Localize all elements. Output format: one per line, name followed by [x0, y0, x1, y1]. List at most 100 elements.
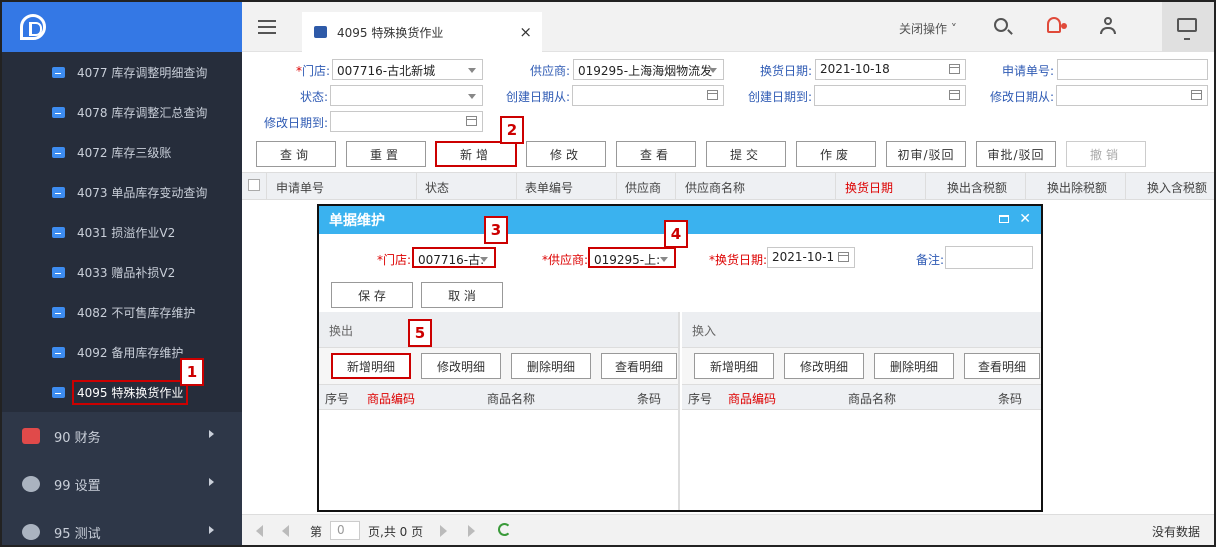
sidebar-group-finance[interactable]: 90 财务	[2, 412, 242, 460]
sidebar-item-4072[interactable]: 4072 库存三级账	[2, 132, 242, 172]
menu-toggle-icon[interactable]	[258, 20, 276, 34]
column-header[interactable]: 序号	[688, 390, 712, 407]
notification-bell-icon[interactable]	[1047, 17, 1067, 33]
sidebar-item-4078[interactable]: 4078 库存调整汇总查询	[2, 92, 242, 132]
save-button[interactable]: 保 存	[331, 282, 413, 308]
in-view-detail-button[interactable]: 查看明细	[964, 353, 1040, 379]
calendar-icon[interactable]	[949, 64, 960, 74]
store-select[interactable]: 007716-古北新城	[332, 59, 483, 80]
sidebar-group-test[interactable]: 95 测试	[2, 508, 242, 556]
sidebar: 4077 库存调整明细查询 4078 库存调整汇总查询 4072 库存三级账 4…	[2, 2, 242, 545]
column-header[interactable]: 商品编码	[367, 390, 415, 407]
sidebar-item-4077[interactable]: 4077 库存调整明细查询	[2, 52, 242, 92]
cancel-button[interactable]: 取 消	[421, 282, 503, 308]
column-header[interactable]: 状态	[425, 179, 449, 196]
page-input[interactable]: 0	[330, 521, 360, 540]
created-to-field[interactable]	[814, 85, 966, 106]
sidebar-item-4031[interactable]: 4031 损溢作业V2	[2, 212, 242, 252]
dialog-supplier-label: *供应商:	[542, 253, 589, 267]
column-header[interactable]: 商品名称	[487, 390, 535, 407]
tab-title: 4095 特殊换货作业	[337, 25, 444, 40]
calendar-icon[interactable]	[838, 252, 849, 262]
cart-icon	[52, 266, 65, 278]
calendar-icon[interactable]	[949, 90, 960, 100]
column-header[interactable]: 条码	[637, 390, 661, 407]
dialog-date-field[interactable]: 2021-10-1	[767, 247, 855, 268]
exchange-date-field[interactable]: 2021-10-18	[815, 59, 966, 80]
page-prefix: 第	[310, 525, 323, 539]
edit-button[interactable]: 修改	[526, 141, 606, 167]
sidebar-group-settings[interactable]: 99 设置	[2, 460, 242, 508]
dialog-store-select[interactable]: 007716-古:	[412, 247, 496, 268]
view-button[interactable]: 查看	[616, 141, 696, 167]
column-header[interactable]: 表单编号	[525, 179, 573, 196]
divider	[1125, 173, 1126, 199]
prev-page-icon[interactable]	[282, 525, 289, 537]
calendar-icon[interactable]	[1191, 90, 1202, 100]
search-icon[interactable]	[994, 18, 1008, 32]
status-select[interactable]	[330, 85, 483, 106]
tab-close-icon[interactable]: ×	[519, 23, 532, 41]
maximize-icon[interactable]	[999, 215, 1009, 223]
first-review-button[interactable]: 初审/驳回	[886, 141, 966, 167]
close-operations-menu[interactable]: 关闭操作 ˅	[899, 20, 957, 37]
supplier-select[interactable]: 019295-上海海烟物流发	[573, 59, 724, 80]
tab-4095[interactable]: 4095 特殊换货作业 ×	[302, 12, 542, 52]
column-header[interactable]: 换货日期	[845, 179, 893, 196]
column-header[interactable]: 序号	[325, 390, 349, 407]
refresh-icon[interactable]	[498, 523, 511, 536]
column-header[interactable]: 供应商	[625, 179, 661, 196]
modified-to-field[interactable]	[330, 111, 483, 132]
column-header[interactable]: 供应商名称	[685, 179, 745, 196]
sidebar-group-label: 99 设置	[54, 478, 101, 494]
column-header[interactable]: 条码	[998, 390, 1022, 407]
gear-icon	[22, 476, 40, 492]
sidebar-item-4082[interactable]: 4082 不可售库存维护	[2, 292, 242, 332]
in-delete-detail-button[interactable]: 删除明细	[874, 353, 954, 379]
select-all-checkbox[interactable]	[248, 179, 260, 191]
in-edit-detail-button[interactable]: 修改明细	[784, 353, 864, 379]
sidebar-item-4073[interactable]: 4073 单品库存变动查询	[2, 172, 242, 212]
first-page-icon[interactable]	[256, 525, 263, 537]
sidebar-item-4092[interactable]: 4092 备用库存维护	[2, 332, 242, 372]
reset-button[interactable]: 重置	[346, 141, 426, 167]
grid-header: 申请单号 状态 表单编号 供应商 供应商名称 换货日期 换出含税额 换出除税额 …	[242, 172, 1214, 200]
query-button[interactable]: 查询	[256, 141, 336, 167]
column-header[interactable]: 换出含税额	[947, 179, 1007, 196]
out-add-detail-button[interactable]: 新增明细	[331, 353, 411, 379]
column-header[interactable]: 申请单号	[276, 179, 324, 196]
top-bar: 4095 特殊换货作业 × 关闭操作 ˅	[242, 2, 1214, 52]
column-header[interactable]: 换出除税额	[1047, 179, 1107, 196]
column-header[interactable]: 换入含税额	[1147, 179, 1207, 196]
out-edit-detail-button[interactable]: 修改明细	[421, 353, 501, 379]
sidebar-item-4095[interactable]: 4095 特殊换货作业	[2, 372, 242, 412]
out-view-detail-button[interactable]: 查看明细	[601, 353, 677, 379]
submit-button[interactable]: 提交	[706, 141, 786, 167]
modified-from-field[interactable]	[1056, 85, 1208, 106]
calendar-icon[interactable]	[707, 90, 718, 100]
cart-icon	[52, 106, 65, 118]
column-header[interactable]: 商品编码	[728, 390, 776, 407]
created-from-field[interactable]	[572, 85, 724, 106]
divider	[616, 173, 617, 199]
next-page-icon[interactable]	[440, 525, 447, 537]
sidebar-item-label: 4082 不可售库存维护	[77, 305, 196, 320]
column-header[interactable]: 商品名称	[848, 390, 896, 407]
revoke-button[interactable]: 撤销	[1066, 141, 1146, 167]
dialog-remark-input[interactable]	[945, 246, 1033, 269]
modified-from-label: 修改日期从:	[989, 90, 1054, 104]
add-button[interactable]: 新增	[435, 141, 517, 167]
in-add-detail-button[interactable]: 新增明细	[694, 353, 774, 379]
apply-no-input[interactable]	[1057, 59, 1208, 80]
approve-button[interactable]: 审批/驳回	[976, 141, 1056, 167]
screen-button[interactable]	[1162, 2, 1214, 52]
user-icon[interactable]	[1100, 17, 1116, 34]
sidebar-item-4033[interactable]: 4033 赠品补损V2	[2, 252, 242, 292]
chevron-down-icon	[480, 257, 488, 262]
calendar-icon[interactable]	[466, 116, 477, 126]
close-icon[interactable]: ✕	[1019, 211, 1031, 227]
out-delete-detail-button[interactable]: 删除明细	[511, 353, 591, 379]
last-page-icon[interactable]	[468, 525, 475, 537]
void-button[interactable]: 作废	[796, 141, 876, 167]
dialog-supplier-select[interactable]: 019295-上:	[588, 247, 676, 268]
